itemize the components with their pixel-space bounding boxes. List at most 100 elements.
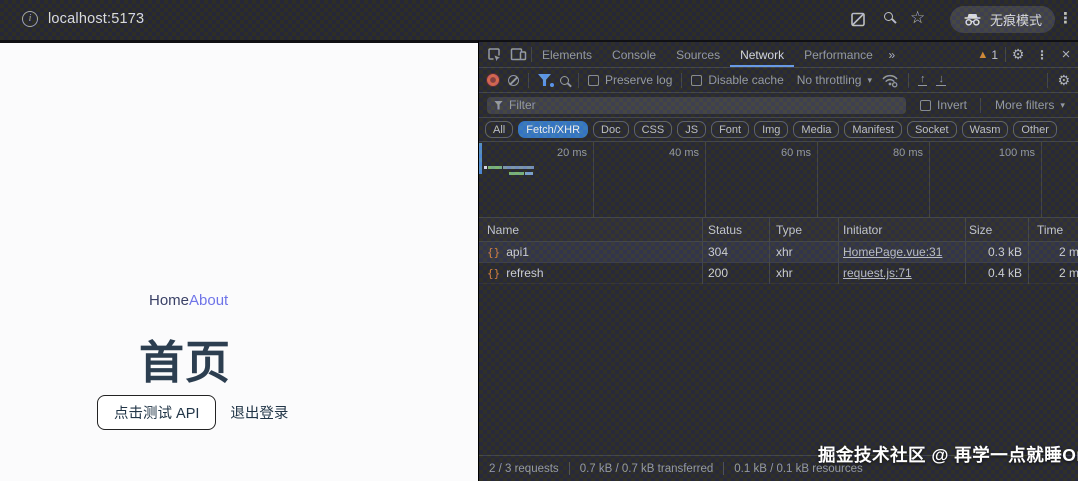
tab-elements[interactable]: Elements — [532, 42, 602, 67]
invert-toggle[interactable]: Invert — [920, 98, 967, 112]
import-har-icon[interactable]: ↑ — [918, 74, 928, 86]
request-status: 200 — [708, 263, 728, 284]
invert-checkbox[interactable] — [920, 100, 931, 111]
filter-toggle-icon[interactable] — [538, 74, 551, 86]
incognito-icon — [963, 13, 982, 26]
funnel-icon — [494, 101, 503, 110]
search-network-icon[interactable] — [560, 76, 569, 85]
browser-toolbar: i localhost:5173 ☆ 无痕模式 ⋮ — [0, 0, 1078, 40]
invert-label: Invert — [937, 98, 967, 112]
column-divider[interactable] — [1028, 218, 1029, 284]
gridline — [1041, 142, 1042, 217]
tab-console[interactable]: Console — [602, 42, 666, 67]
test-api-button[interactable]: 点击测试 API — [97, 395, 216, 430]
summary-requests: 2 / 3 requests — [489, 463, 559, 475]
network-settings-icon[interactable]: ⚙ — [1057, 72, 1070, 89]
address-bar[interactable]: localhost:5173 — [48, 11, 144, 27]
inspect-element-icon[interactable] — [486, 47, 502, 63]
chip-css[interactable]: CSS — [634, 121, 673, 138]
chip-manifest[interactable]: Manifest — [844, 121, 902, 138]
initiator-link[interactable]: request.js:71 — [843, 266, 912, 280]
overview-scroll-indicator — [479, 143, 482, 174]
chip-js[interactable]: JS — [677, 121, 706, 138]
clear-network-log-icon[interactable] — [508, 75, 519, 86]
tab-performance[interactable]: Performance — [794, 42, 883, 67]
column-divider[interactable] — [769, 218, 770, 284]
nav-link-about[interactable]: About — [189, 292, 228, 309]
table-header: Name Status Type Initiator Size Time — [479, 218, 1078, 242]
filter-input[interactable]: Filter — [487, 97, 906, 114]
device-toolbar-icon[interactable] — [510, 47, 527, 62]
column-divider[interactable] — [702, 218, 703, 284]
search-icon[interactable] — [884, 12, 893, 21]
requests-table: Name Status Type Initiator Size Time {} a… — [479, 218, 1078, 284]
gridline — [817, 142, 818, 217]
incognito-badge: 无痕模式 — [950, 6, 1055, 33]
devtools-settings-icon[interactable]: ⚙ — [1006, 46, 1030, 63]
chip-media[interactable]: Media — [793, 121, 839, 138]
devtools-close-icon[interactable]: × — [1054, 46, 1078, 63]
gridline — [705, 142, 706, 217]
disable-cache-toggle[interactable]: Disable cache — [691, 73, 783, 87]
chip-img[interactable]: Img — [754, 121, 788, 138]
gridline — [593, 142, 594, 217]
devtools-panel: Elements Console Sources Network Perform… — [478, 40, 1078, 481]
chip-font[interactable]: Font — [711, 121, 749, 138]
col-time[interactable]: Time — [1037, 218, 1063, 242]
error-warning-badge[interactable]: ▲ 1 — [977, 48, 998, 62]
more-tabs-icon[interactable]: » — [883, 48, 901, 62]
tab-network[interactable]: Network — [730, 42, 794, 67]
disable-cache-label: Disable cache — [708, 73, 783, 87]
preserve-log-toggle[interactable]: Preserve log — [588, 73, 672, 87]
summary-transferred: 0.7 kB / 0.7 kB transferred — [580, 463, 714, 475]
logout-button[interactable]: 退出登录 — [228, 396, 290, 429]
preserve-log-checkbox[interactable] — [588, 75, 599, 86]
disable-cache-checkbox[interactable] — [691, 75, 702, 86]
record-network-log-icon[interactable] — [487, 74, 499, 86]
export-har-icon[interactable]: ↓ — [936, 74, 946, 86]
chip-wasm[interactable]: Wasm — [962, 121, 1009, 138]
request-name[interactable]: api1 — [506, 245, 529, 259]
chip-all[interactable]: All — [485, 121, 513, 138]
preserve-log-label: Preserve log — [605, 73, 672, 87]
chip-fetch-xhr[interactable]: Fetch/XHR — [518, 121, 588, 138]
xhr-braces-icon: {} — [487, 246, 500, 259]
tab-sources[interactable]: Sources — [666, 42, 730, 67]
request-name[interactable]: refresh — [506, 266, 543, 280]
divider — [1047, 73, 1048, 88]
column-divider[interactable] — [838, 218, 839, 284]
cast-off-icon[interactable] — [850, 11, 867, 28]
divider — [908, 73, 909, 88]
request-time: 2 ms — [1028, 263, 1078, 284]
browser-menu-icon[interactable]: ⋮ — [1058, 9, 1073, 27]
tick-20ms: 20 ms — [531, 147, 587, 159]
devtools-menu-icon[interactable]: ⋮ — [1030, 48, 1054, 62]
request-size: 0.4 kB — [965, 263, 1022, 284]
table-row[interactable]: {}api1 304 xhr HomePage.vue:31 0.3 kB 2 … — [479, 242, 1078, 263]
col-initiator[interactable]: Initiator — [843, 218, 882, 242]
chip-doc[interactable]: Doc — [593, 121, 629, 138]
waterfall-bar — [509, 172, 524, 175]
throttling-dropdown[interactable]: No throttling ▾ — [797, 73, 872, 87]
col-size[interactable]: Size — [965, 218, 992, 242]
site-info-icon[interactable]: i — [22, 11, 38, 27]
tick-40ms: 40 ms — [643, 147, 699, 159]
more-filters-dropdown[interactable]: More filters ▾ — [995, 98, 1065, 112]
chevron-down-icon: ▾ — [1060, 100, 1065, 111]
table-row[interactable]: {}refresh 200 xhr request.js:71 0.4 kB 2… — [479, 263, 1078, 284]
network-overview-timeline[interactable]: 20 ms 40 ms 60 ms 80 ms 100 ms — [479, 142, 1078, 218]
bookmark-star-icon[interactable]: ☆ — [910, 8, 925, 28]
network-conditions-icon[interactable] — [881, 73, 899, 88]
chip-socket[interactable]: Socket — [907, 121, 957, 138]
initiator-link[interactable]: HomePage.vue:31 — [843, 245, 942, 259]
col-name[interactable]: Name — [487, 218, 519, 242]
nav-link-home[interactable]: Home — [149, 292, 189, 309]
request-status: 304 — [708, 242, 728, 263]
incognito-label: 无痕模式 — [990, 10, 1042, 29]
chip-other[interactable]: Other — [1013, 121, 1057, 138]
page-nav: HomeAbout — [149, 292, 228, 309]
col-status[interactable]: Status — [708, 218, 742, 242]
col-type[interactable]: Type — [776, 218, 802, 242]
column-divider[interactable] — [965, 218, 966, 284]
divider — [528, 73, 529, 88]
